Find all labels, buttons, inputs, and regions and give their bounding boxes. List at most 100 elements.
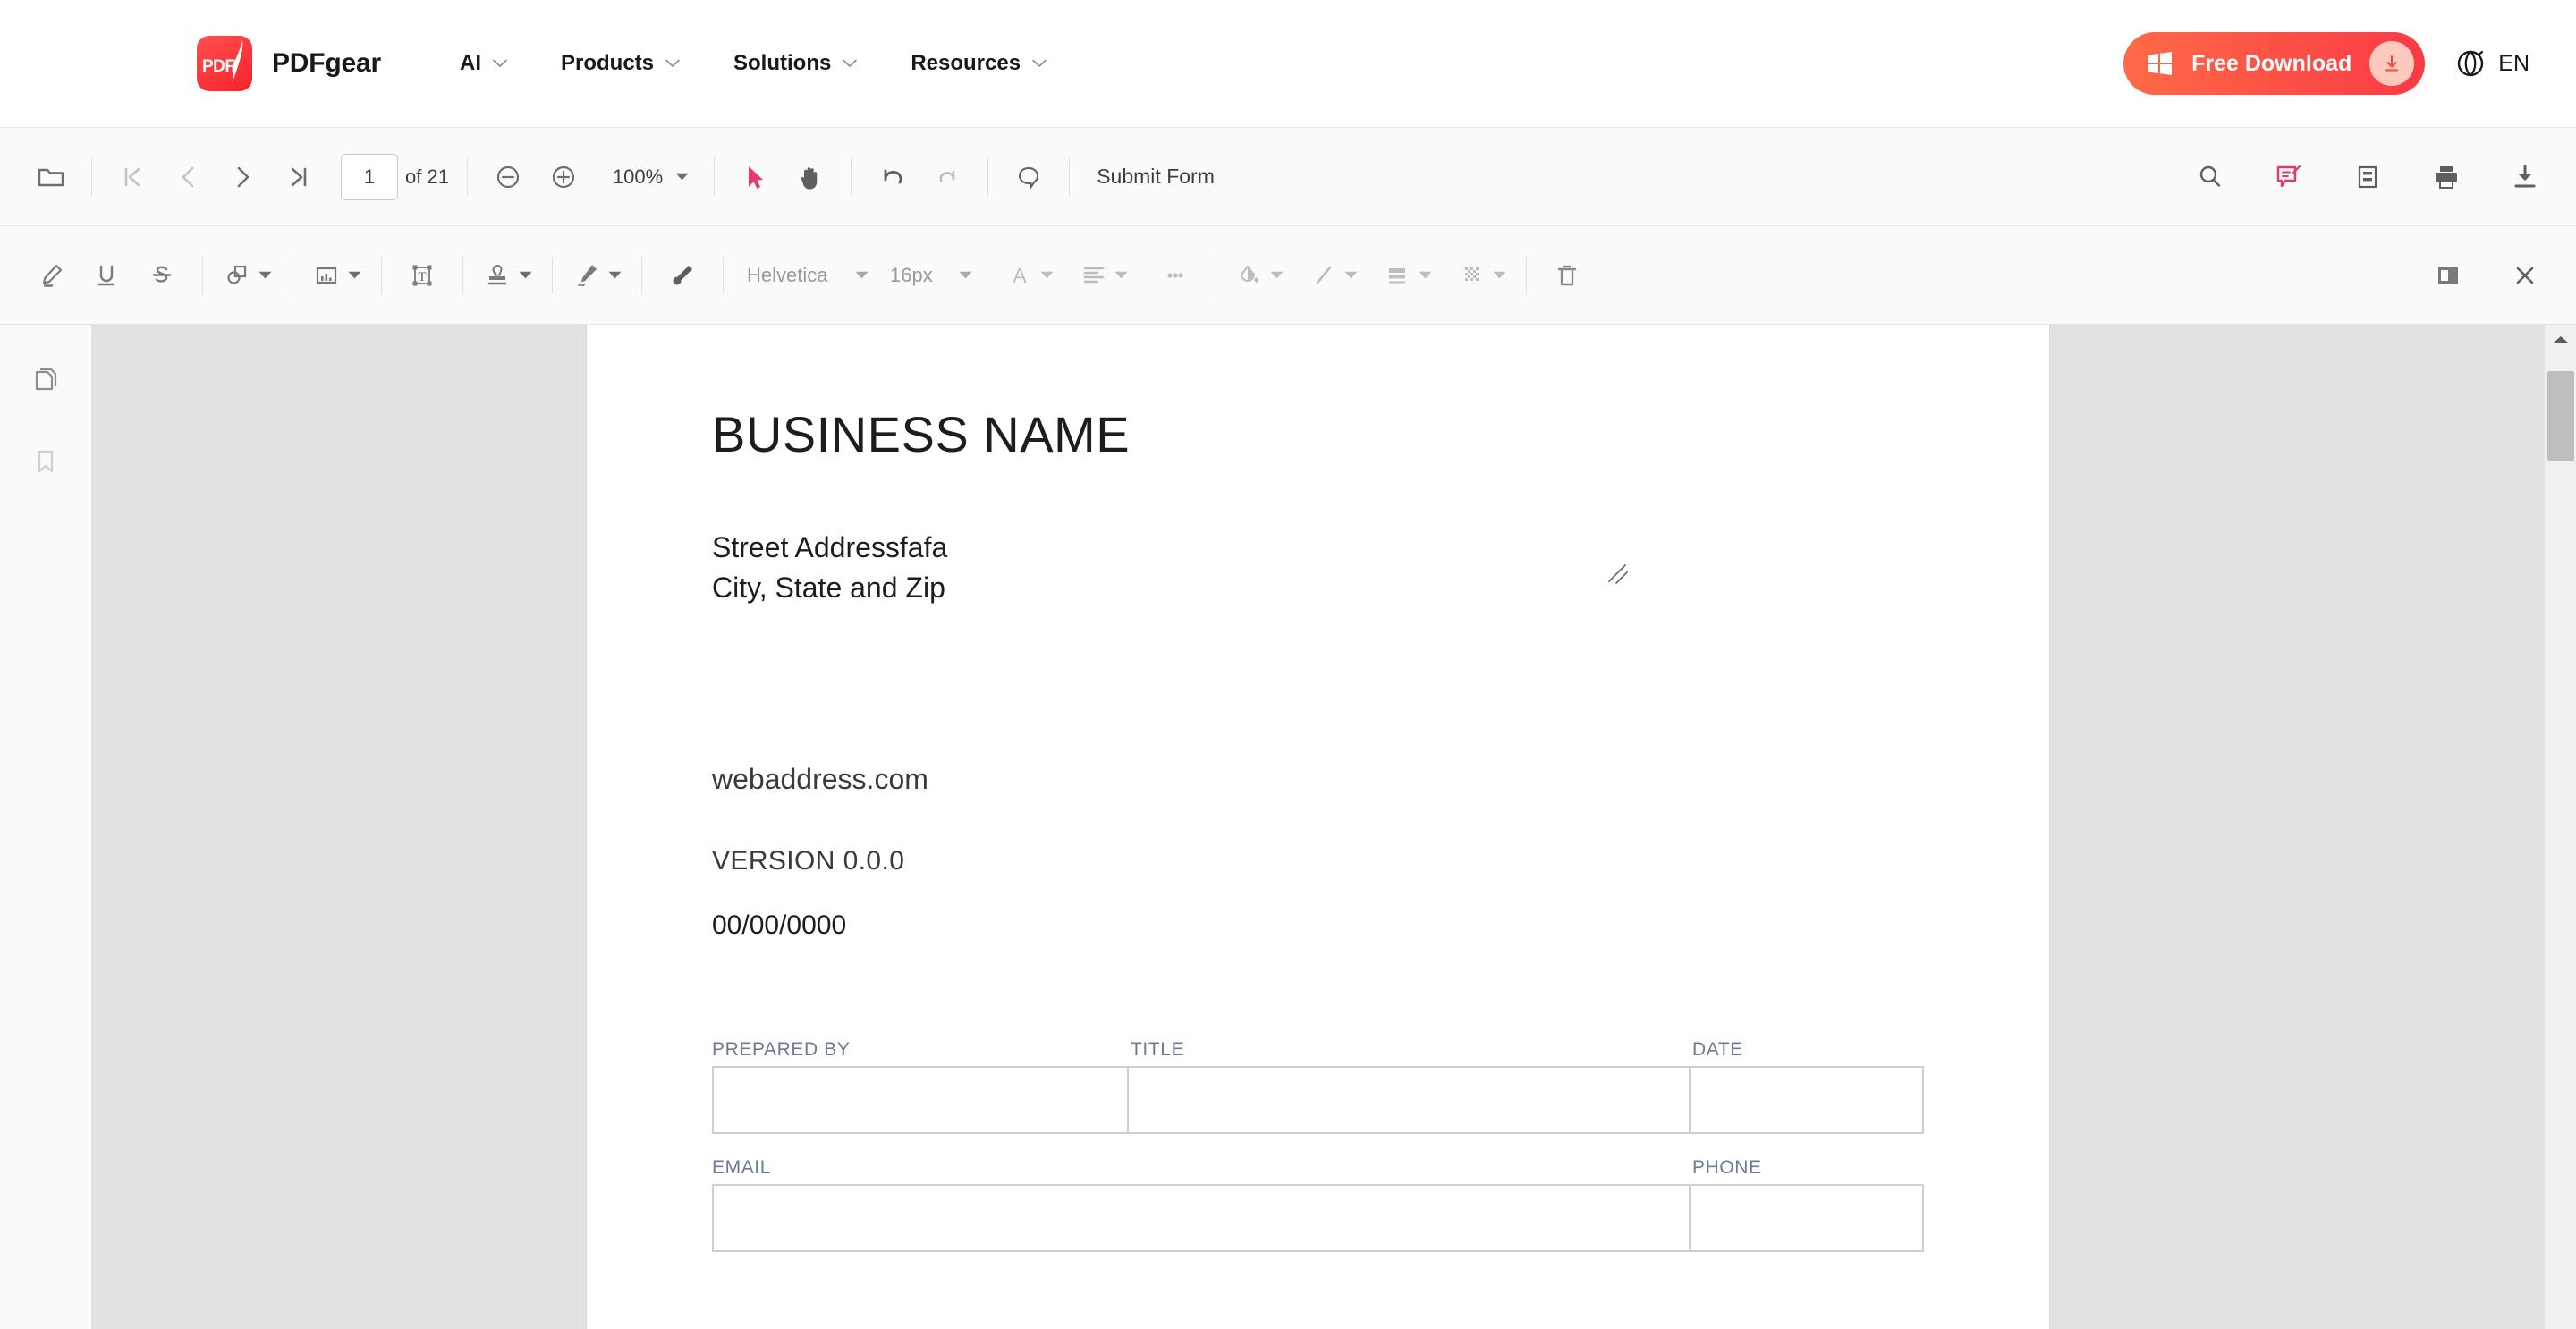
zoom-level-dropdown[interactable]: 100% [600, 158, 701, 196]
signature-pen-icon [578, 264, 597, 286]
language-switcher[interactable]: EN [2455, 48, 2529, 79]
caret-down-icon [1114, 271, 1128, 279]
close-icon [2516, 267, 2534, 284]
opacity-icon [1465, 267, 1479, 281]
delete-annotation-button[interactable] [1539, 248, 1595, 303]
page-total-label: of 21 [405, 165, 449, 188]
nav-item-solutions[interactable]: Solutions [707, 42, 884, 85]
last-page-button[interactable] [271, 149, 326, 205]
pdf-page[interactable]: BUSINESS NAME Street Addressfafa City, S… [587, 325, 2049, 1329]
caret-down-icon [675, 173, 689, 181]
previous-page-button[interactable] [160, 149, 216, 205]
form-label-date: DATE [1692, 1038, 1743, 1060]
caret-down-icon [348, 271, 361, 279]
edit-comment-icon [2276, 165, 2301, 187]
font-family-dropdown[interactable]: Helvetica [736, 250, 879, 301]
fill-color-dropdown[interactable] [1229, 248, 1291, 303]
primary-toolbar: 1 of 21 100% Submit Form [0, 128, 2576, 226]
align-dropdown[interactable] [1073, 248, 1135, 303]
form-row1-labels: PREPARED BY TITLE DATE [712, 1039, 1924, 1061]
underline-button[interactable] [79, 248, 134, 303]
nav-item-ai[interactable]: AI [433, 42, 534, 85]
next-page-icon [237, 166, 250, 187]
search-button[interactable] [2182, 149, 2238, 205]
highlight-button[interactable] [23, 248, 79, 303]
toolbar-divider [462, 256, 463, 294]
text-color-dropdown[interactable]: A [999, 248, 1061, 303]
open-folder-icon [38, 168, 64, 186]
next-page-button[interactable] [216, 149, 271, 205]
line-style-dropdown[interactable] [1303, 248, 1365, 303]
image-dropdown[interactable] [305, 248, 369, 303]
shapes-dropdown[interactable] [216, 248, 279, 303]
brand[interactable]: PDF PDFgear [197, 36, 381, 91]
scroll-up-button[interactable] [2545, 325, 2576, 355]
sidebar-item-thumbnails[interactable] [18, 351, 73, 407]
toolbar-divider [723, 256, 724, 294]
zoom-out-button[interactable] [480, 149, 536, 205]
sidebar-item-bookmarks[interactable] [18, 434, 73, 489]
form-field-date[interactable] [1690, 1068, 1922, 1132]
submit-form-button[interactable]: Submit Form [1082, 156, 1229, 198]
toolbar-divider [552, 256, 553, 294]
caret-down-icon [959, 271, 972, 279]
free-download-button[interactable]: Free Download [2123, 32, 2426, 95]
print-button[interactable] [2419, 149, 2474, 205]
nav-item-resources[interactable]: Resources [884, 42, 1073, 85]
line-width-dropdown[interactable] [1377, 248, 1439, 303]
open-file-button[interactable] [23, 149, 79, 205]
form-field-prepared-by[interactable] [714, 1067, 1129, 1132]
hand-tool-button[interactable] [783, 149, 838, 205]
brand-name: PDFgear [272, 48, 381, 78]
zoom-in-button[interactable] [536, 149, 591, 205]
select-tool-button[interactable] [727, 149, 783, 205]
textarea-resize-handle[interactable] [1606, 562, 1629, 585]
form-label-prepared-by: PREPARED BY [712, 1038, 851, 1060]
page-layout-button[interactable] [2340, 149, 2395, 205]
form-field-email[interactable] [714, 1185, 1690, 1250]
download-button[interactable] [2497, 149, 2553, 205]
main-nav: AI Products Solutions Resources [433, 42, 1073, 85]
document-version[interactable]: VERSION 0.0.0 [712, 846, 1924, 876]
chevron-down-icon [1032, 59, 1046, 68]
text-box-button[interactable]: T [394, 248, 450, 303]
first-page-button[interactable] [105, 149, 160, 205]
form-row2-labels: EMAIL PHONE [712, 1157, 1924, 1179]
document-address[interactable]: Street Addressfafa City, State and Zip [712, 528, 1924, 609]
pdf-viewer[interactable]: BUSINESS NAME Street Addressfafa City, S… [92, 325, 2544, 1329]
redo-icon [939, 170, 955, 182]
undo-button[interactable] [864, 149, 919, 205]
page-thumbnails-icon [35, 368, 57, 391]
toggle-side-panel-button[interactable] [2420, 248, 2476, 303]
scroll-up-icon [2552, 336, 2569, 343]
document-date[interactable]: 00/00/0000 [712, 910, 1924, 941]
scrollbar-thumb[interactable] [2547, 371, 2574, 461]
stamp-dropdown[interactable] [476, 248, 539, 303]
brush-button[interactable] [655, 248, 710, 303]
nav-item-products[interactable]: Products [534, 42, 707, 85]
redo-button[interactable] [919, 149, 975, 205]
chevron-down-icon [665, 59, 680, 68]
first-page-icon [124, 167, 140, 186]
brush-icon [673, 265, 692, 284]
document-website[interactable]: webaddress.com [712, 763, 1924, 796]
font-size-dropdown[interactable]: 16px [879, 250, 983, 301]
undo-icon [884, 169, 902, 183]
svg-text:A: A [1013, 264, 1027, 287]
logo-swoosh-icon [232, 40, 243, 85]
form-field-phone[interactable] [1690, 1186, 1922, 1250]
page-number-input[interactable]: 1 [341, 153, 398, 200]
align-icon [1083, 267, 1105, 283]
edit-annotation-button[interactable] [2261, 149, 2317, 205]
close-editor-button[interactable] [2497, 248, 2553, 303]
vertical-scrollbar[interactable] [2544, 325, 2576, 1329]
strikethrough-button[interactable] [134, 248, 190, 303]
comment-button[interactable] [1001, 149, 1056, 205]
more-options-button[interactable] [1148, 248, 1203, 303]
pdfgear-logo-icon: PDF [197, 36, 252, 91]
opacity-dropdown[interactable] [1452, 248, 1513, 303]
document-title[interactable]: BUSINESS NAME [712, 405, 1924, 463]
signature-dropdown[interactable] [565, 248, 629, 303]
form-field-title[interactable] [1129, 1067, 1690, 1132]
download-arrow-icon [2369, 41, 2415, 86]
